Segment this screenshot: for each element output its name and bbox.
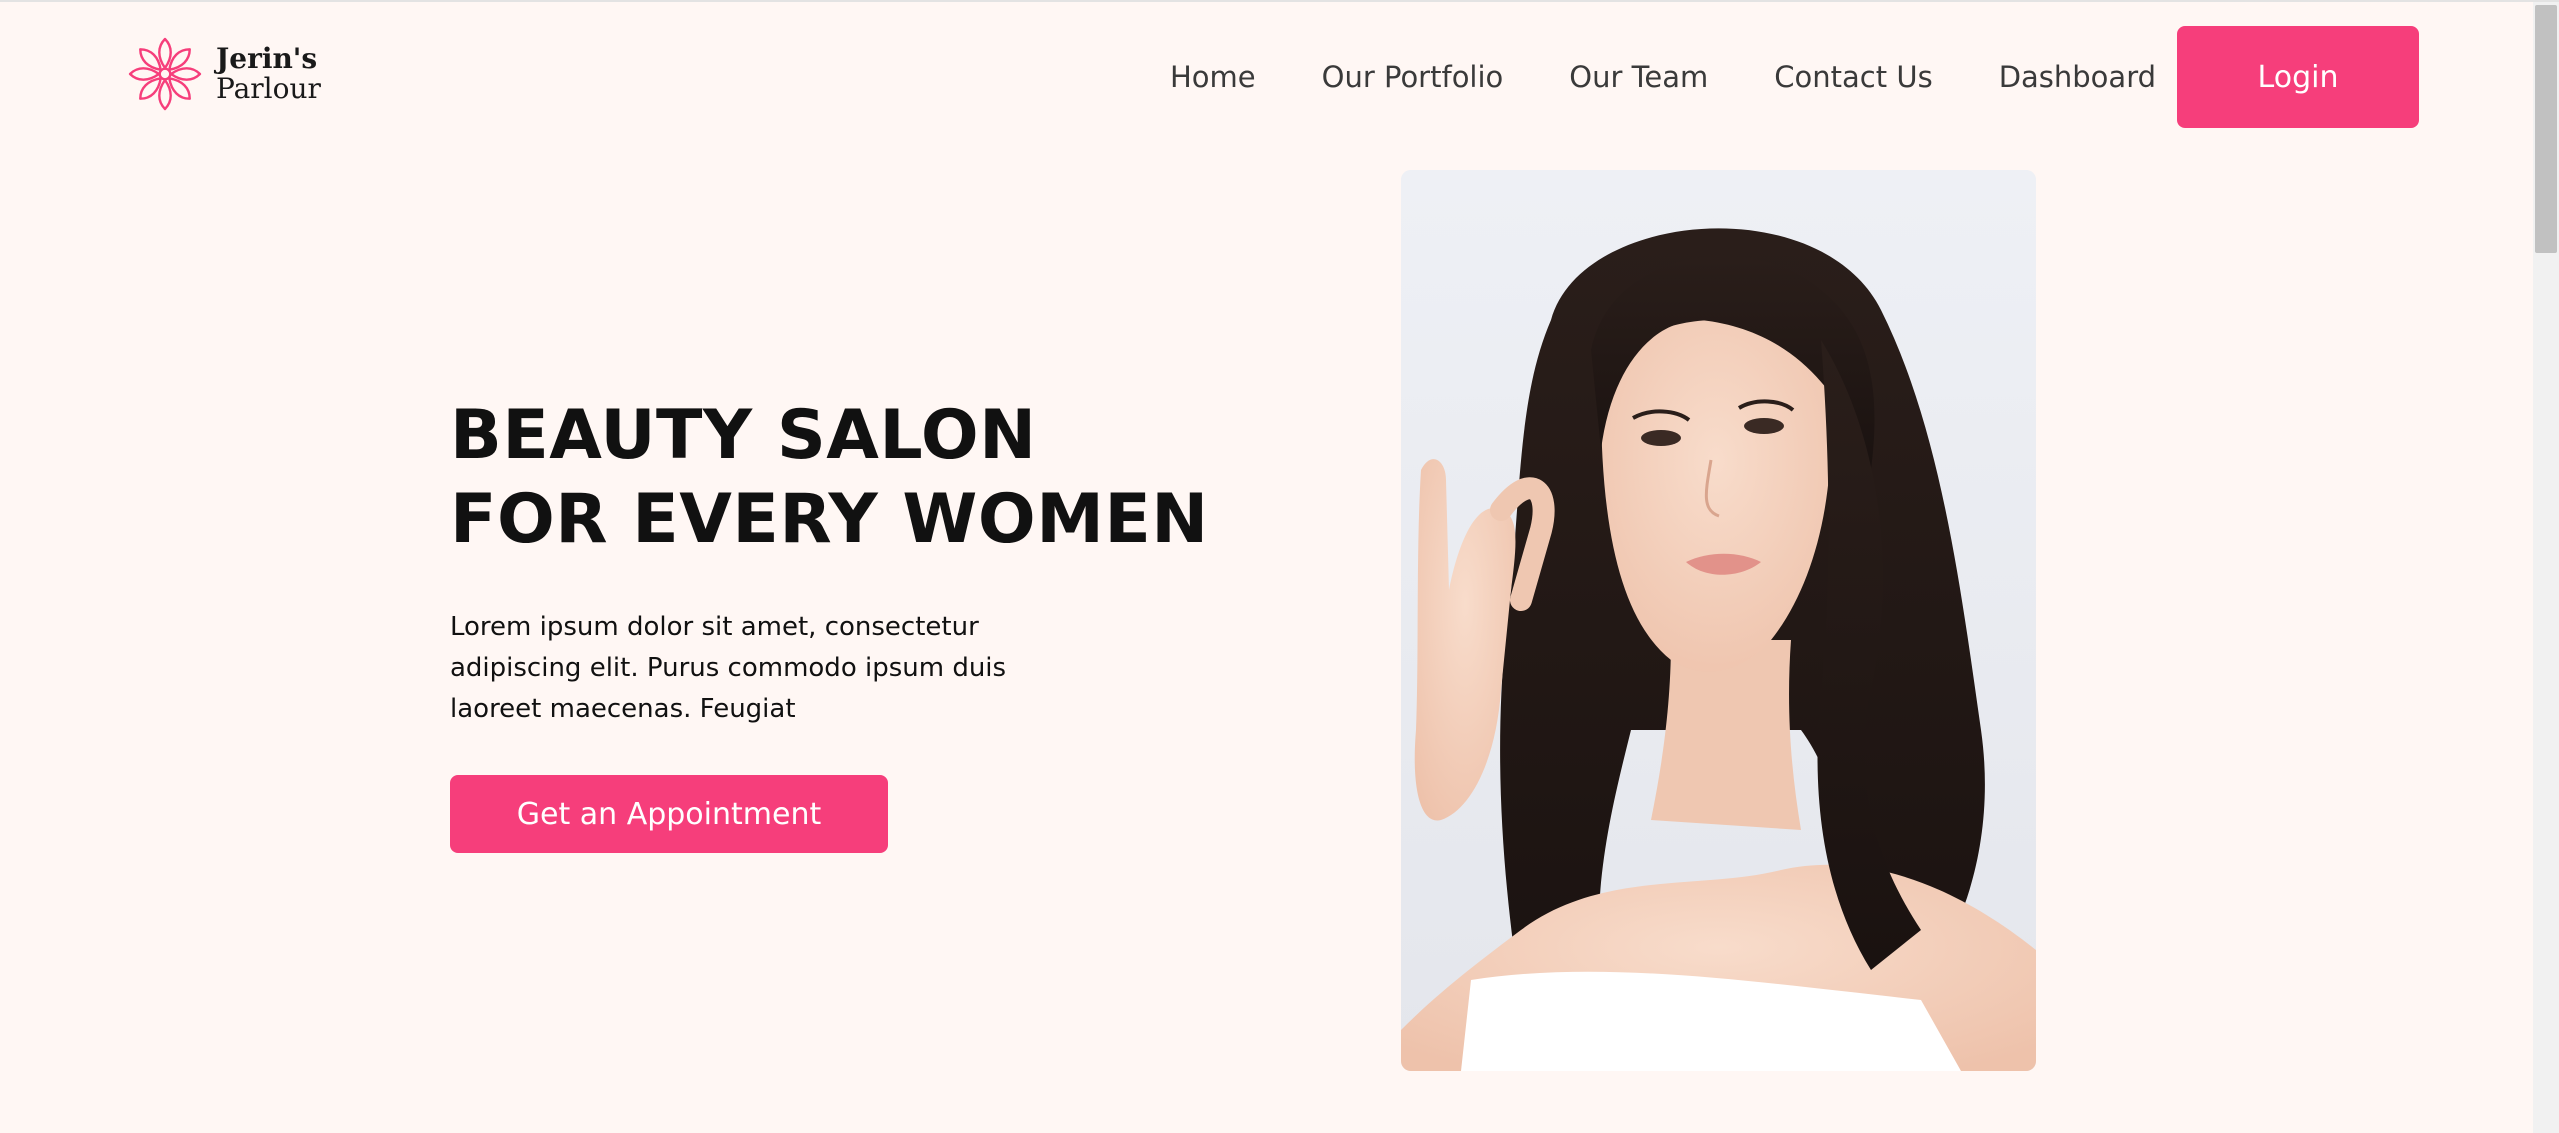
hero-headline-line2: FOR EVERY WOMEN — [450, 480, 1209, 559]
nav-item-our-team[interactable]: Our Team — [1569, 60, 1708, 94]
scrollbar-thumb[interactable] — [2535, 5, 2557, 253]
brand-name: Jerin's Parlour — [216, 44, 321, 104]
brand-name-line1: Jerin's — [216, 42, 318, 75]
woman-portrait-photo — [1401, 170, 2036, 1071]
hero-headline: BEAUTY SALON FOR EVERY WOMEN — [450, 394, 1210, 562]
brand-logo[interactable]: Jerin's Parlour — [127, 36, 321, 112]
lotus-flower-icon — [128, 37, 202, 111]
nav-item-dashboard[interactable]: Dashboard — [1999, 60, 2156, 94]
nav-item-home[interactable]: Home — [1170, 60, 1256, 94]
main-nav: Home Our Portfolio Our Team Contact Us D… — [1170, 26, 2156, 128]
landing-page: Jerin's Parlour Home Our Portfolio Our T… — [0, 0, 2559, 1133]
brand-name-line2: Parlour — [216, 72, 321, 105]
get-appointment-button[interactable]: Get an Appointment — [450, 775, 888, 853]
nav-item-contact-us[interactable]: Contact Us — [1774, 60, 1932, 94]
hero-portrait-image — [1401, 170, 2036, 1071]
login-button[interactable]: Login — [2177, 26, 2419, 128]
nav-item-our-portfolio[interactable]: Our Portfolio — [1322, 60, 1504, 94]
page-scrollbar[interactable] — [2533, 2, 2559, 1133]
hero-headline-line1: BEAUTY SALON — [450, 396, 1037, 475]
hero-description: Lorem ipsum dolor sit amet, consectetur … — [450, 612, 1007, 724]
